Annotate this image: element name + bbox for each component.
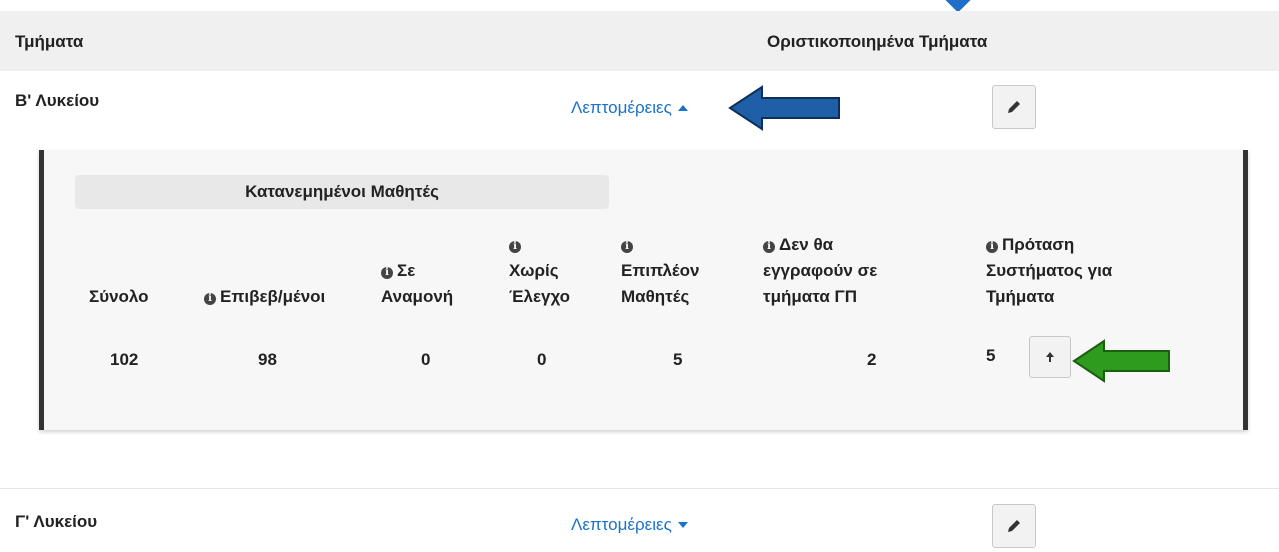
- apply-proposal-button[interactable]: [1029, 336, 1071, 378]
- value-total: 102: [110, 350, 139, 369]
- edit-button-g-lykeiou[interactable]: [992, 504, 1036, 548]
- caret-down-icon: [677, 522, 688, 528]
- details-toggle-b-lykeiou[interactable]: Λεπτομέρειες: [571, 98, 688, 118]
- info-icon: i: [763, 241, 775, 253]
- value-pending: 0: [421, 350, 431, 369]
- table-header: Τμήματα Οριστικοποιημένα Τμήματα: [0, 11, 1279, 71]
- info-icon: i: [509, 241, 521, 253]
- details-label: Λεπτομέρειες: [571, 98, 672, 117]
- col-pending: i Σε Αναμονή: [381, 261, 454, 306]
- value-system-proposal: 5: [986, 346, 996, 365]
- distributed-students-header: Κατανεμημένοι Μαθητές: [75, 175, 609, 209]
- info-icon: i: [986, 241, 998, 253]
- arrow-up-icon: [1046, 352, 1054, 362]
- info-icon: i: [621, 241, 633, 253]
- details-toggle-g-lykeiou[interactable]: Λεπτομέρειες: [571, 515, 688, 535]
- annotation-arrow-green: [1072, 339, 1170, 383]
- row-title-b-lykeiou: Β' Λυκείου: [15, 91, 100, 110]
- pencil-icon: [1008, 520, 1020, 532]
- row-title-g-lykeiou: Γ' Λυκείου: [15, 512, 98, 531]
- col-extra: i Επιπλέον Μαθητές: [621, 241, 700, 306]
- col-confirmed: i Επιβεβ/μένοι: [204, 270, 325, 310]
- details-label: Λεπτομέρειες: [571, 515, 672, 534]
- value-extra: 5: [673, 350, 683, 369]
- value-unchecked: 0: [537, 350, 547, 369]
- details-panel-b-lykeiou: Κατανεμημένοι Μαθητές Σύνολο i Επιβεβ/μέν…: [39, 150, 1248, 430]
- value-not-enrolled: 2: [867, 350, 877, 369]
- header-sections: Τμήματα: [15, 32, 84, 51]
- col-system-proposal: i Πρόταση Συστήματος για Τμήματα: [986, 235, 1113, 306]
- col-unchecked: i Χωρίς Έλεγχο: [509, 241, 571, 306]
- info-icon: i: [381, 267, 393, 279]
- annotation-arrow-blue: [728, 85, 840, 131]
- col-not-enrolled: i Δεν θα εγγραφούν σε τμήματα ΓΠ: [763, 235, 878, 306]
- row-divider: [0, 488, 1279, 489]
- value-confirmed: 98: [258, 350, 277, 369]
- caret-up-icon: [677, 105, 688, 111]
- edit-button-b-lykeiou[interactable]: [992, 85, 1036, 129]
- pencil-icon: [1008, 101, 1020, 113]
- header-finalized-sections: Οριστικοποιημένα Τμήματα: [767, 32, 988, 51]
- info-icon: i: [204, 293, 216, 305]
- col-total: Σύνολο: [89, 287, 149, 306]
